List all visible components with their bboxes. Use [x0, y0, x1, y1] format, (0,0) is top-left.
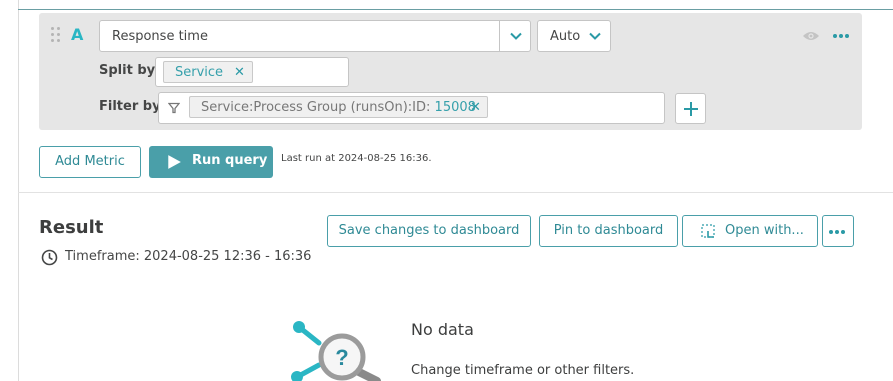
more-options-button[interactable] [822, 215, 854, 247]
more-horizontal-icon [829, 229, 847, 235]
more-horizontal-icon[interactable] [833, 33, 851, 39]
metric-select-value: Response time [112, 29, 208, 44]
no-data-title: No data [411, 320, 474, 339]
no-data-illustration: ? [291, 321, 381, 381]
no-data-subtitle: Change timeframe or other filters. [411, 363, 635, 378]
timeframe-text: Timeframe: 2024-08-25 12:36 - 16:36 [65, 249, 312, 264]
split-by-chip-label: Service [175, 65, 224, 80]
eye-icon[interactable] [802, 30, 820, 42]
close-icon[interactable]: ✕ [234, 65, 245, 80]
add-metric-button[interactable]: Add Metric [39, 146, 141, 178]
section-divider [18, 192, 893, 193]
play-icon [168, 155, 181, 169]
open-with-button[interactable]: Open with... [682, 215, 818, 247]
drag-handle-icon[interactable] [51, 27, 61, 43]
top-divider [18, 9, 893, 10]
chevron-down-icon[interactable] [509, 29, 523, 43]
save-changes-button[interactable]: Save changes to dashboard [327, 215, 531, 247]
add-filter-button[interactable] [675, 93, 706, 124]
split-by-label: Split by [99, 63, 156, 78]
split-by-chip: Service ✕ [163, 61, 253, 83]
query-row-letter: A [71, 25, 84, 44]
clock-icon [41, 249, 58, 266]
select-divider [499, 21, 500, 51]
chevron-down-icon [588, 29, 602, 43]
aggregation-select-value: Auto [550, 29, 581, 44]
open-with-icon [701, 224, 715, 238]
run-query-label: Run query [192, 153, 268, 168]
filter-chip-prefix: Service:Process Group (runsOn):ID: [201, 100, 431, 115]
filter-by-label: Filter by [99, 99, 161, 114]
result-title: Result [39, 217, 104, 238]
filter-chip: Service:Process Group (runsOn):ID: 15008… [189, 96, 488, 118]
close-icon[interactable]: ✕ [470, 100, 481, 115]
metric-select[interactable]: Response time [99, 20, 531, 52]
run-query-button[interactable]: Run query [149, 146, 273, 178]
open-with-label: Open with... [725, 223, 804, 238]
plus-icon [684, 102, 698, 116]
aggregation-select[interactable]: Auto [537, 20, 611, 52]
svg-text:?: ? [335, 345, 348, 370]
last-run-text: Last run at 2024-08-25 16:36. [281, 153, 432, 164]
filter-icon [168, 102, 180, 114]
pin-to-dashboard-button[interactable]: Pin to dashboard [539, 215, 678, 247]
